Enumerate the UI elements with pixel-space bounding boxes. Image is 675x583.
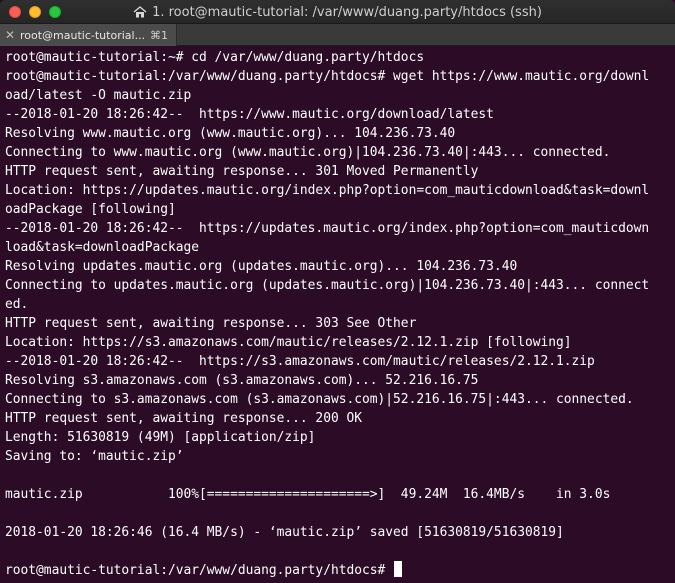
terminal-line: root@mautic-tutorial:/var/www/duang.part… bbox=[5, 69, 650, 84]
terminal-line: 2018-01-20 18:26:46 (16.4 MB/s) - ‘mauti… bbox=[5, 525, 564, 540]
terminal-line: HTTP request sent, awaiting response... … bbox=[5, 411, 362, 426]
terminal-line: --2018-01-20 18:26:42-- https://s3.amazo… bbox=[5, 354, 595, 369]
terminal-line: Connecting to www.mautic.org (www.mautic… bbox=[5, 145, 611, 160]
home-folder-icon bbox=[133, 6, 147, 18]
title-bar[interactable]: 1. root@mautic-tutorial: /var/www/duang.… bbox=[0, 0, 675, 24]
terminal-line: Length: 51630819 (49M) [application/zip] bbox=[5, 430, 316, 445]
terminal-line: root@mautic-tutorial:~# cd /var/www/duan… bbox=[5, 50, 425, 65]
close-tab-icon[interactable]: ✕ bbox=[0, 28, 20, 42]
terminal-line: oad/latest -O mautic.zip bbox=[5, 88, 192, 103]
terminal-line: HTTP request sent, awaiting response... … bbox=[5, 316, 417, 331]
terminal-window: 1. root@mautic-tutorial: /var/www/duang.… bbox=[0, 0, 675, 583]
terminal-line: root@mautic-tutorial:/var/www/duang.part… bbox=[5, 561, 671, 580]
terminal-line: Connecting to s3.amazonaws.com (s3.amazo… bbox=[5, 392, 634, 407]
terminal-cursor bbox=[394, 561, 403, 577]
terminal-line: Resolving s3.amazonaws.com (s3.amazonaws… bbox=[5, 373, 479, 388]
tab-session-1[interactable]: ✕ root@mautic-tutorial... ⌘1 bbox=[0, 24, 177, 46]
tab-shortcut: ⌘1 bbox=[150, 28, 168, 42]
terminal-line: Location: https://s3.amazonaws.com/mauti… bbox=[5, 335, 572, 350]
terminal-line: Location: https://updates.mautic.org/ind… bbox=[5, 183, 650, 198]
terminal-line: Saving to: ‘mautic.zip’ bbox=[5, 449, 184, 464]
tab-label: root@mautic-tutorial... bbox=[20, 28, 146, 42]
terminal-line: --2018-01-20 18:26:42-- https://www.maut… bbox=[5, 107, 494, 122]
tab-bar: ✕ root@mautic-tutorial... ⌘1 bbox=[0, 24, 675, 46]
terminal-line: ed. bbox=[5, 297, 29, 312]
terminal-line: oadPackage [following] bbox=[5, 202, 176, 217]
terminal-line: Connecting to updates.mautic.org (update… bbox=[5, 278, 650, 293]
window-title: 1. root@mautic-tutorial: /var/www/duang.… bbox=[152, 4, 542, 20]
terminal-line: HTTP request sent, awaiting response... … bbox=[5, 164, 479, 179]
terminal-output[interactable]: root@mautic-tutorial:~# cd /var/www/duan… bbox=[5, 48, 671, 578]
terminal-line: load&task=downloadPackage bbox=[5, 240, 200, 255]
terminal-line: --2018-01-20 18:26:42-- https://updates.… bbox=[5, 221, 650, 236]
terminal-line: Resolving updates.mautic.org (updates.ma… bbox=[5, 259, 518, 274]
terminal-line: Resolving www.mautic.org (www.mautic.org… bbox=[5, 126, 456, 141]
terminal-line: mautic.zip 100%[=====================>] … bbox=[5, 487, 611, 502]
window-title-area: 1. root@mautic-tutorial: /var/www/duang.… bbox=[0, 0, 675, 24]
